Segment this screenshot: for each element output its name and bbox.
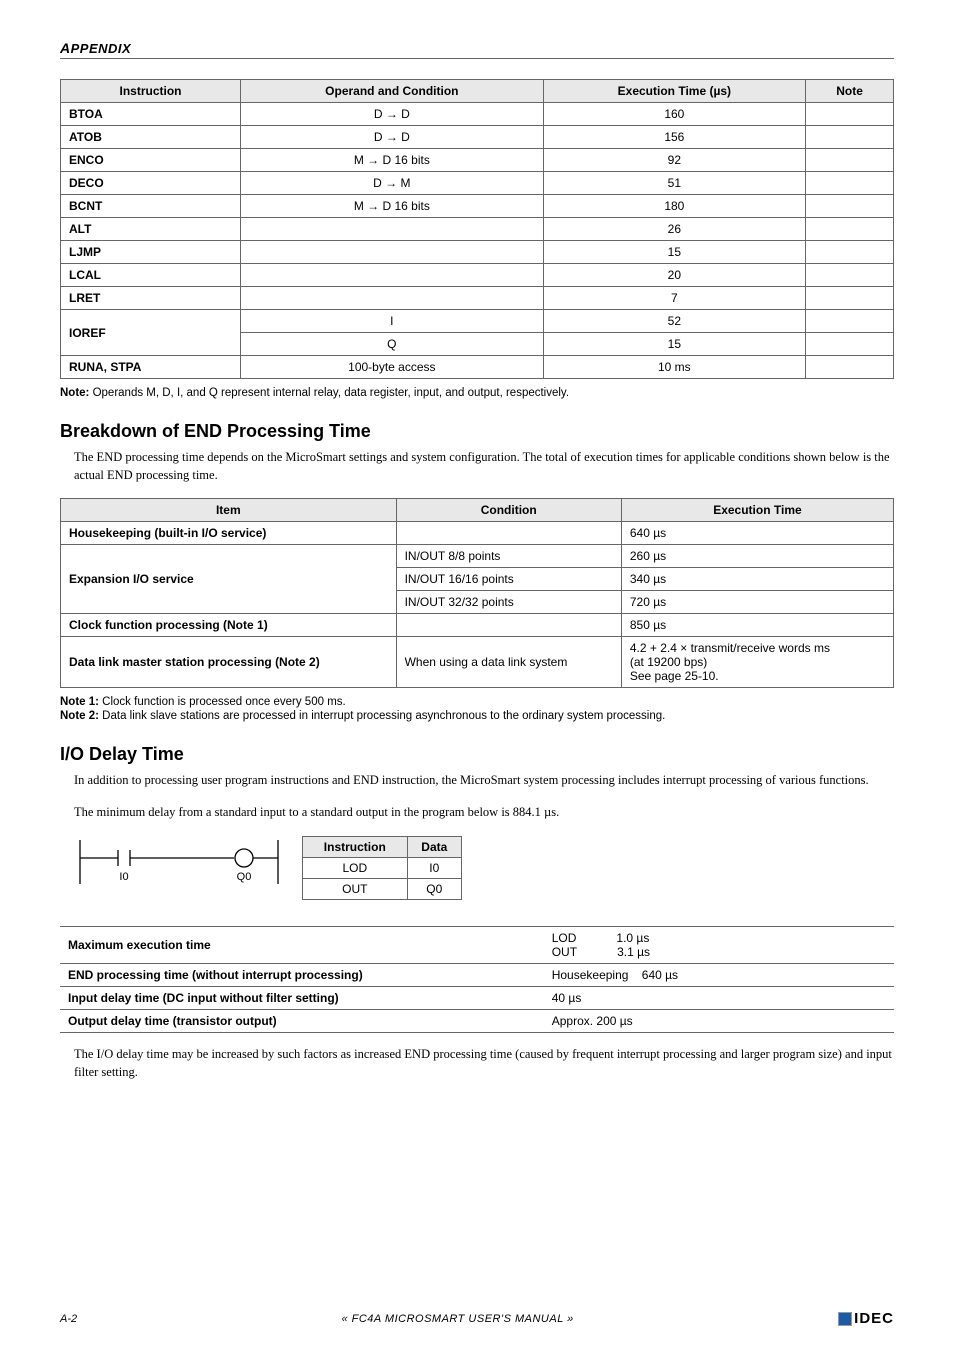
idec-text: IDEC — [854, 1310, 894, 1327]
table-row: OUTQ0 — [303, 878, 462, 899]
breakdown-para: The END processing time depends on the M… — [74, 448, 894, 484]
col-instruction: Instruction — [61, 80, 241, 103]
page-footer: A-2 « FC4A MICROSMART USER'S MANUAL » ID… — [60, 1310, 894, 1327]
col-exectime: Execution Time — [621, 499, 893, 522]
col-note: Note — [806, 80, 894, 103]
table2-note1: Note 1: Clock function is processed once… — [60, 696, 894, 708]
table-row: LRET7 — [61, 287, 894, 310]
note-label: Note: — [60, 387, 89, 399]
breakdown-table: Item Condition Execution Time Housekeepi… — [60, 498, 894, 688]
idec-square-icon — [838, 1312, 852, 1326]
table-row: Maximum execution time LOD 1.0 µs OUT 3.… — [60, 926, 894, 963]
page-number: A-2 — [60, 1313, 77, 1325]
col-item: Item — [61, 499, 397, 522]
table-row: RUNA, STPA100-byte access10 ms — [61, 356, 894, 379]
breakdown-title: Breakdown of END Processing Time — [60, 421, 894, 442]
footer-center: « FC4A MICROSMART USER'S MANUAL » — [341, 1313, 573, 1325]
table-row: Housekeeping (built-in I/O service) 640 … — [61, 522, 894, 545]
col-exectime: Execution Time (µs) — [543, 80, 805, 103]
table-row: Expansion I/O service IN/OUT 8/8 points … — [61, 545, 894, 568]
iodelay-para1: In addition to processing user program i… — [74, 771, 894, 789]
table-header-row: Instruction Operand and Condition Execut… — [61, 80, 894, 103]
table-row: END processing time (without interrupt p… — [60, 963, 894, 986]
table-header-row: Item Condition Execution Time — [61, 499, 894, 522]
ladder-mini-table: InstructionData LODI0 OUTQ0 — [302, 836, 462, 900]
table1-note: Note: Operands M, D, I, and Q represent … — [60, 387, 894, 399]
ladder-q0-label: Q0 — [237, 871, 252, 883]
ladder-i0-label: I0 — [119, 871, 128, 883]
col-condition: Condition — [396, 499, 621, 522]
header-cap: A — [60, 40, 71, 56]
table-row: ALT26 — [61, 218, 894, 241]
table-row: Input delay time (DC input without filte… — [60, 986, 894, 1009]
table-row: BTOAD → D160 — [61, 103, 894, 126]
maxexec-table: Maximum execution time LOD 1.0 µs OUT 3.… — [60, 926, 894, 1033]
table-row: Output delay time (transistor output) Ap… — [60, 1009, 894, 1032]
table-row: DECOD → M51 — [61, 172, 894, 195]
table-row: Data link master station processing (Not… — [61, 637, 894, 688]
iodelay-para2: The minimum delay from a standard input … — [74, 803, 894, 821]
idec-logo: IDEC — [838, 1310, 894, 1327]
table-row: LCAL20 — [61, 264, 894, 287]
note-label: Note 1: — [60, 696, 99, 708]
table-header-row: InstructionData — [303, 836, 462, 857]
table2-note2: Note 2: Data link slave stations are pro… — [60, 710, 894, 722]
section-header: APPENDIX — [60, 40, 894, 59]
ladder-diagram: I0 Q0 — [74, 836, 284, 888]
closing-para: The I/O delay time may be increased by s… — [74, 1045, 894, 1081]
note-body: Operands M, D, I, and Q represent intern… — [89, 387, 569, 399]
table-row: ENCOM → D 16 bits92 — [61, 149, 894, 172]
note-body: Clock function is processed once every 5… — [99, 696, 346, 708]
iodelay-title: I/O Delay Time — [60, 744, 894, 765]
header-rest: PPENDIX — [71, 41, 132, 56]
note-label: Note 2: — [60, 710, 99, 722]
note-body: Data link slave stations are processed i… — [99, 710, 665, 722]
ladder-diagram-row: I0 Q0 InstructionData LODI0 OUTQ0 — [74, 836, 894, 908]
col-operand: Operand and Condition — [241, 80, 544, 103]
instruction-table: Instruction Operand and Condition Execut… — [60, 79, 894, 379]
table-row: LJMP15 — [61, 241, 894, 264]
table-row: ATOBD → D156 — [61, 126, 894, 149]
table-row: Clock function processing (Note 1) 850 µ… — [61, 614, 894, 637]
table-row: LODI0 — [303, 857, 462, 878]
table-row: BCNTM → D 16 bits180 — [61, 195, 894, 218]
table-row: IOREF I 52 — [61, 310, 894, 333]
